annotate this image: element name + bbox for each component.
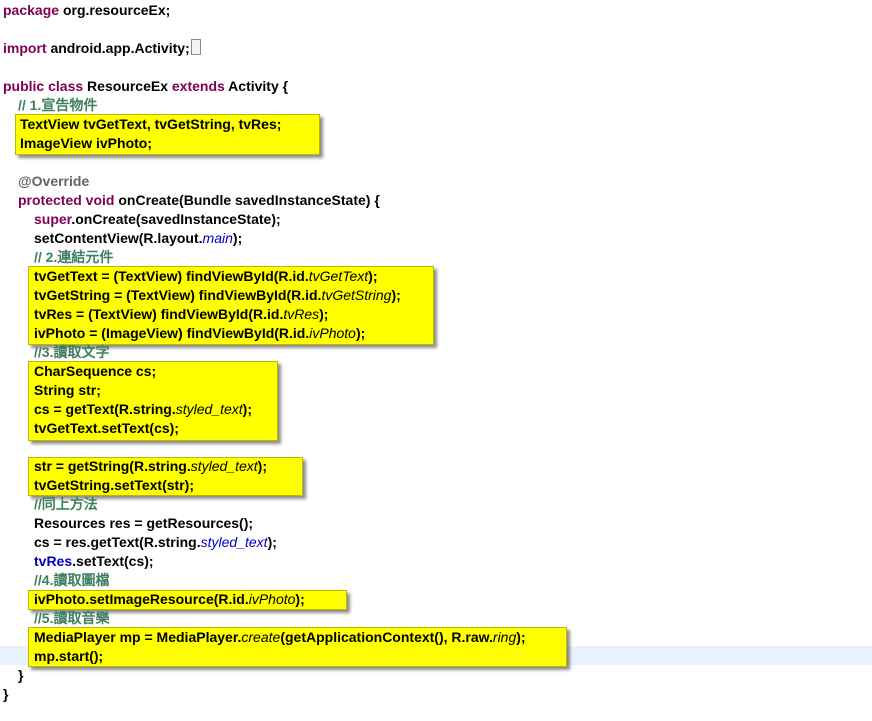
code-line[interactable]: tvGetString = (TextView) findViewById(R.…: [34, 286, 401, 305]
code-token: tvGetText.setText(cs);: [34, 420, 179, 436]
code-line[interactable]: setContentView(R.layout.main);: [34, 229, 242, 248]
code-token: );: [368, 268, 378, 284]
code-token: //4.讀取圖檔: [34, 572, 110, 588]
code-token: // 1.宣告物件: [18, 97, 98, 113]
code-token: tvRes: [34, 553, 73, 569]
code-token: Activity {: [224, 78, 289, 94]
code-token: str = getString(R.string.: [34, 458, 191, 474]
code-line[interactable]: // 2.連結元件: [34, 248, 113, 267]
code-line[interactable]: super.onCreate(savedInstanceState);: [34, 210, 281, 229]
code-token: MediaPlayer mp = MediaPlayer.: [34, 629, 242, 645]
code-token: cs = res.getText(R.string.: [34, 534, 201, 550]
code-token: );: [516, 629, 526, 645]
code-line[interactable]: MediaPlayer mp = MediaPlayer.create(getA…: [34, 628, 526, 647]
code-line[interactable]: // 1.宣告物件: [18, 96, 97, 115]
code-token: tvGetString = (TextView) findViewById(R.…: [34, 287, 322, 303]
code-token: ivPhoto: [248, 591, 296, 607]
code-line[interactable]: tvGetText = (TextView) findViewById(R.id…: [34, 267, 377, 286]
code-line[interactable]: }: [18, 666, 23, 685]
code-token: );: [232, 230, 243, 246]
code-line[interactable]: protected void onCreate(Bundle savedInst…: [18, 191, 380, 210]
code-token: ivPhoto: [309, 325, 356, 341]
code-token: tvGetString.setText(str);: [34, 477, 194, 493]
code-line[interactable]: //4.讀取圖檔: [34, 571, 109, 590]
code-token: );: [257, 458, 267, 474]
code-token: tvGetText: [308, 268, 369, 284]
code-token: );: [355, 325, 366, 341]
code-token: org.resourceEx;: [62, 2, 171, 18]
collapsed-import-marker-icon[interactable]: [190, 39, 201, 55]
code-token: String str;: [34, 382, 101, 398]
code-token: mp.start();: [34, 648, 104, 664]
code-line[interactable]: cs = res.getText(R.string.styled_text);: [34, 533, 277, 552]
code-token: ivPhoto.setImageResource(R.id.: [34, 591, 249, 607]
code-token: .setText(cs);: [72, 553, 154, 569]
code-token: ResourceEx: [83, 78, 172, 94]
code-token: protected void: [18, 192, 115, 208]
code-token: );: [295, 591, 305, 607]
code-line[interactable]: ivPhoto = (ImageView) findViewById(R.id.…: [34, 324, 365, 343]
code-token: ImageView ivPhoto;: [20, 135, 152, 151]
code-line[interactable]: import android.app.Activity;: [3, 39, 201, 58]
code-token: CharSequence cs;: [34, 363, 157, 379]
code-token: //3.讀取文字: [34, 344, 110, 360]
code-token: }: [18, 667, 24, 683]
code-token: );: [319, 306, 329, 322]
code-line[interactable]: tvRes.setText(cs);: [34, 552, 154, 571]
code-token: //同上方法: [34, 496, 98, 512]
code-line[interactable]: //同上方法: [34, 495, 98, 514]
code-token: TextView tvGetText, tvGetString, tvRes;: [20, 116, 282, 132]
code-token: android.app.Activity;: [50, 40, 190, 56]
code-token: }: [3, 686, 9, 702]
code-token: styled_text: [190, 458, 258, 474]
code-token: );: [242, 401, 252, 417]
code-token: ivPhoto = (ImageView) findViewById(R.id.: [34, 325, 310, 341]
code-line[interactable]: tvGetText.setText(cs);: [34, 419, 179, 438]
code-line[interactable]: //5.讀取音樂: [34, 609, 109, 628]
code-token: setContentView(R.layout.: [34, 230, 203, 246]
code-line[interactable]: tvRes = (TextView) findViewById(R.id.tvR…: [34, 305, 328, 324]
code-token: styled_text: [175, 401, 243, 417]
code-token: super: [34, 211, 72, 227]
code-token: tvGetString: [321, 287, 392, 303]
code-line[interactable]: ivPhoto.setImageResource(R.id.ivPhoto);: [34, 590, 305, 609]
code-line[interactable]: tvGetString.setText(str);: [34, 476, 194, 495]
code-line[interactable]: }: [3, 685, 8, 704]
code-token: );: [391, 287, 401, 303]
code-token: main: [202, 230, 233, 246]
code-token: (getApplicationContext(), R.raw.: [280, 629, 493, 645]
code-token: import: [3, 40, 47, 56]
code-token: );: [267, 534, 277, 550]
code-token: tvRes = (TextView) findViewById(R.id.: [34, 306, 284, 322]
code-line[interactable]: cs = getText(R.string.styled_text);: [34, 400, 252, 419]
code-token: cs = getText(R.string.: [34, 401, 176, 417]
code-line[interactable]: String str;: [34, 381, 101, 400]
code-token: Resources res = getResources();: [34, 515, 254, 531]
code-token: @Override: [18, 173, 90, 189]
code-token: onCreate(Bundle savedInstanceState) {: [114, 192, 380, 208]
code-token: extends: [171, 78, 225, 94]
code-token: styled_text: [200, 534, 268, 550]
code-line[interactable]: ImageView ivPhoto;: [20, 134, 152, 153]
code-line[interactable]: package org.resourceEx;: [3, 1, 170, 20]
code-line[interactable]: //3.讀取文字: [34, 343, 109, 362]
code-token: package: [3, 2, 60, 18]
code-line[interactable]: TextView tvGetText, tvGetString, tvRes;: [20, 115, 281, 134]
code-token: tvRes: [283, 306, 320, 322]
code-line[interactable]: CharSequence cs;: [34, 362, 156, 381]
code-line[interactable]: public class ResourceEx extends Activity…: [3, 77, 288, 96]
code-line[interactable]: Resources res = getResources();: [34, 514, 253, 533]
code-token: public class: [3, 78, 84, 94]
code-token: tvGetText = (TextView) findViewById(R.id…: [34, 268, 309, 284]
code-token: ring: [492, 629, 517, 645]
code-token: // 2.連結元件: [34, 249, 114, 265]
code-line[interactable]: mp.start();: [34, 647, 103, 666]
code-token: .onCreate(savedInstanceState);: [71, 211, 281, 227]
code-editor[interactable]: package org.resourceEx; import android.ap…: [0, 0, 872, 721]
code-line[interactable]: @Override: [18, 172, 89, 191]
code-token: create: [241, 629, 281, 645]
code-line[interactable]: str = getString(R.string.styled_text);: [34, 457, 267, 476]
code-token: //5.讀取音樂: [34, 610, 110, 626]
